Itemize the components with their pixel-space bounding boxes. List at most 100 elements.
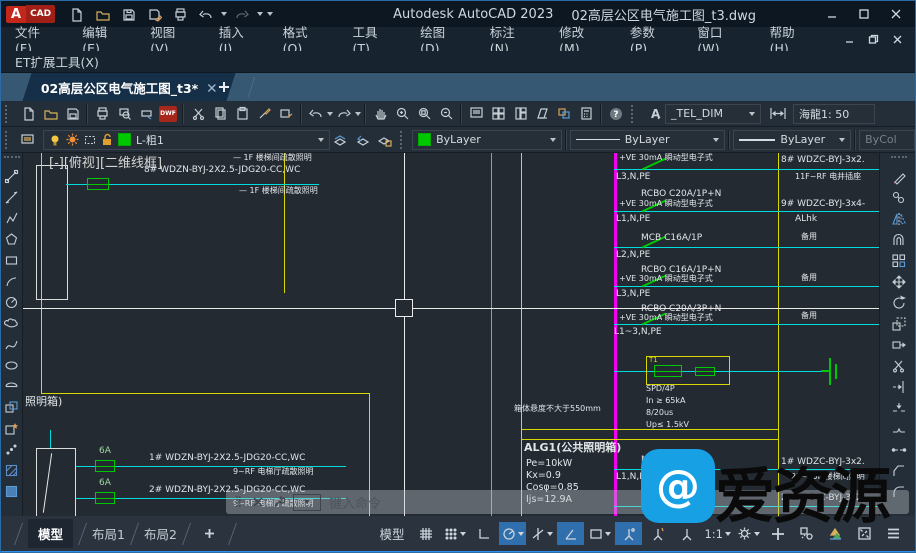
publish-icon[interactable] [135, 103, 157, 125]
layout2-tab[interactable]: 布局2 [144, 524, 177, 543]
layer-lock-icon[interactable] [101, 133, 113, 146]
plot-icon[interactable] [91, 103, 113, 125]
spline-icon[interactable] [2, 334, 22, 355]
zoom-realtime-icon[interactable] [391, 103, 413, 125]
linetype-combo[interactable]: ByLayer [570, 130, 726, 150]
polygon-icon[interactable] [2, 229, 22, 250]
annotation-autoscale-icon[interactable] [644, 522, 671, 545]
toolbar-grip[interactable] [631, 105, 640, 123]
gradient-icon[interactable] [2, 481, 22, 502]
ortho-mode-icon[interactable] [470, 522, 497, 545]
color-combo[interactable]: ByLayer [412, 130, 562, 150]
redo-dropdown-icon[interactable] [355, 112, 361, 116]
menu-et-tools[interactable]: ET扩展工具(X) [15, 52, 99, 71]
minimize-icon[interactable] [819, 4, 845, 24]
object-snap-icon[interactable] [557, 522, 584, 545]
hatch-icon[interactable] [2, 460, 22, 481]
zoom-previous-icon[interactable] [435, 103, 457, 125]
offset-icon[interactable] [889, 229, 909, 250]
toolbar-grip[interactable] [5, 131, 14, 149]
circle-icon[interactable] [2, 292, 22, 313]
extend-icon[interactable] [889, 376, 909, 397]
color-combo-caret-icon[interactable] [550, 138, 556, 142]
make-object-layer-icon[interactable] [330, 129, 352, 151]
undo-icon[interactable] [305, 103, 327, 125]
maximize-icon[interactable] [851, 4, 877, 24]
layer-combo[interactable]: L-粗1 [43, 130, 330, 150]
trim-icon[interactable] [889, 355, 909, 376]
object-snap-tracking-icon[interactable] [528, 522, 555, 545]
copy-icon[interactable] [889, 187, 909, 208]
doc-restore-icon[interactable] [863, 31, 883, 47]
polar-tracking-icon[interactable] [499, 522, 526, 545]
command-grip-icon[interactable] [234, 495, 244, 509]
redo-icon[interactable] [333, 103, 355, 125]
doc-close-icon[interactable] [887, 31, 907, 47]
help-icon[interactable]: ? [605, 103, 627, 125]
dim-style-combo[interactable]: _TEL_DIM [665, 104, 761, 124]
qat-customize-icon[interactable] [267, 12, 273, 16]
toolbar-grip[interactable] [400, 131, 409, 149]
pan-icon[interactable] [369, 103, 391, 125]
match-properties-icon[interactable] [253, 103, 275, 125]
command-customize-wrench-icon[interactable] [272, 496, 285, 509]
close-icon[interactable] [883, 4, 909, 24]
arc-icon[interactable] [2, 271, 22, 292]
model-tab[interactable]: 模型 [28, 519, 73, 548]
markup-import-icon[interactable] [553, 103, 575, 125]
undo-icon[interactable] [195, 3, 217, 25]
scale-icon[interactable] [889, 313, 909, 334]
copy-clip-icon[interactable] [209, 103, 231, 125]
polyline-icon[interactable] [2, 208, 22, 229]
sheet-set-manager-icon[interactable] [531, 103, 553, 125]
file-tab-active[interactable]: 02高层公区电气施工图_t3* [22, 73, 235, 101]
viewport-controls[interactable]: [-][俯视][二维线框] [49, 157, 162, 170]
ellipse-icon[interactable] [2, 355, 22, 376]
erase-icon[interactable] [889, 166, 909, 187]
revision-cloud-icon[interactable] [2, 313, 22, 334]
layer-states-icon[interactable] [374, 129, 396, 151]
grid-display-icon[interactable] [412, 522, 439, 545]
tool-palettes-icon[interactable] [509, 103, 531, 125]
linetype-combo-caret-icon[interactable] [713, 138, 719, 142]
layer-on-bulb-icon[interactable] [49, 134, 61, 146]
toolbar-grip[interactable] [4, 156, 20, 164]
doc-minimize-icon[interactable] [839, 31, 859, 47]
toolbar-grip[interactable] [891, 156, 907, 164]
autocad-logo-icon[interactable]: A CAD [6, 4, 55, 24]
paste-icon[interactable] [231, 103, 253, 125]
array-icon[interactable] [889, 250, 909, 271]
command-close-icon[interactable] [252, 496, 264, 508]
layer-combo-caret-icon[interactable] [318, 138, 324, 142]
lineweight-combo[interactable]: ByLayer [733, 130, 851, 150]
model-space-toggle[interactable]: 模型 [379, 524, 404, 543]
break-at-point-icon[interactable] [889, 397, 909, 418]
join-icon[interactable] [889, 439, 909, 460]
dwf-icon[interactable]: DWF [157, 103, 179, 125]
cut-icon[interactable] [187, 103, 209, 125]
annotation-visibility-icon[interactable] [615, 522, 642, 545]
new-tab-icon[interactable] [213, 76, 235, 98]
layer-previous-icon[interactable] [352, 129, 374, 151]
plot-preview-icon[interactable] [113, 103, 135, 125]
command-recent-icon[interactable] [293, 494, 321, 511]
lineweight-combo-caret-icon[interactable] [839, 138, 845, 142]
text-style-icon[interactable]: A [643, 103, 665, 125]
rotate-icon[interactable] [889, 292, 909, 313]
construction-line-icon[interactable] [2, 187, 22, 208]
new-layout-icon[interactable] [196, 522, 223, 545]
block-editor-icon[interactable] [275, 103, 297, 125]
mirror-icon[interactable] [889, 208, 909, 229]
command-input[interactable]: 键入命令 [329, 493, 381, 512]
toolbar-grip[interactable] [5, 105, 14, 123]
open-icon[interactable] [39, 103, 61, 125]
chamfer-icon[interactable] [889, 460, 909, 481]
new-icon[interactable] [17, 103, 39, 125]
break-icon[interactable] [889, 418, 909, 439]
rectangle-icon[interactable] [2, 250, 22, 271]
dynamic-input-icon[interactable] [586, 522, 613, 545]
annotation-scale-icon[interactable] [673, 522, 700, 545]
save-icon[interactable] [61, 103, 83, 125]
point-icon[interactable] [2, 439, 22, 460]
layout1-tab[interactable]: 布局1 [92, 524, 125, 543]
